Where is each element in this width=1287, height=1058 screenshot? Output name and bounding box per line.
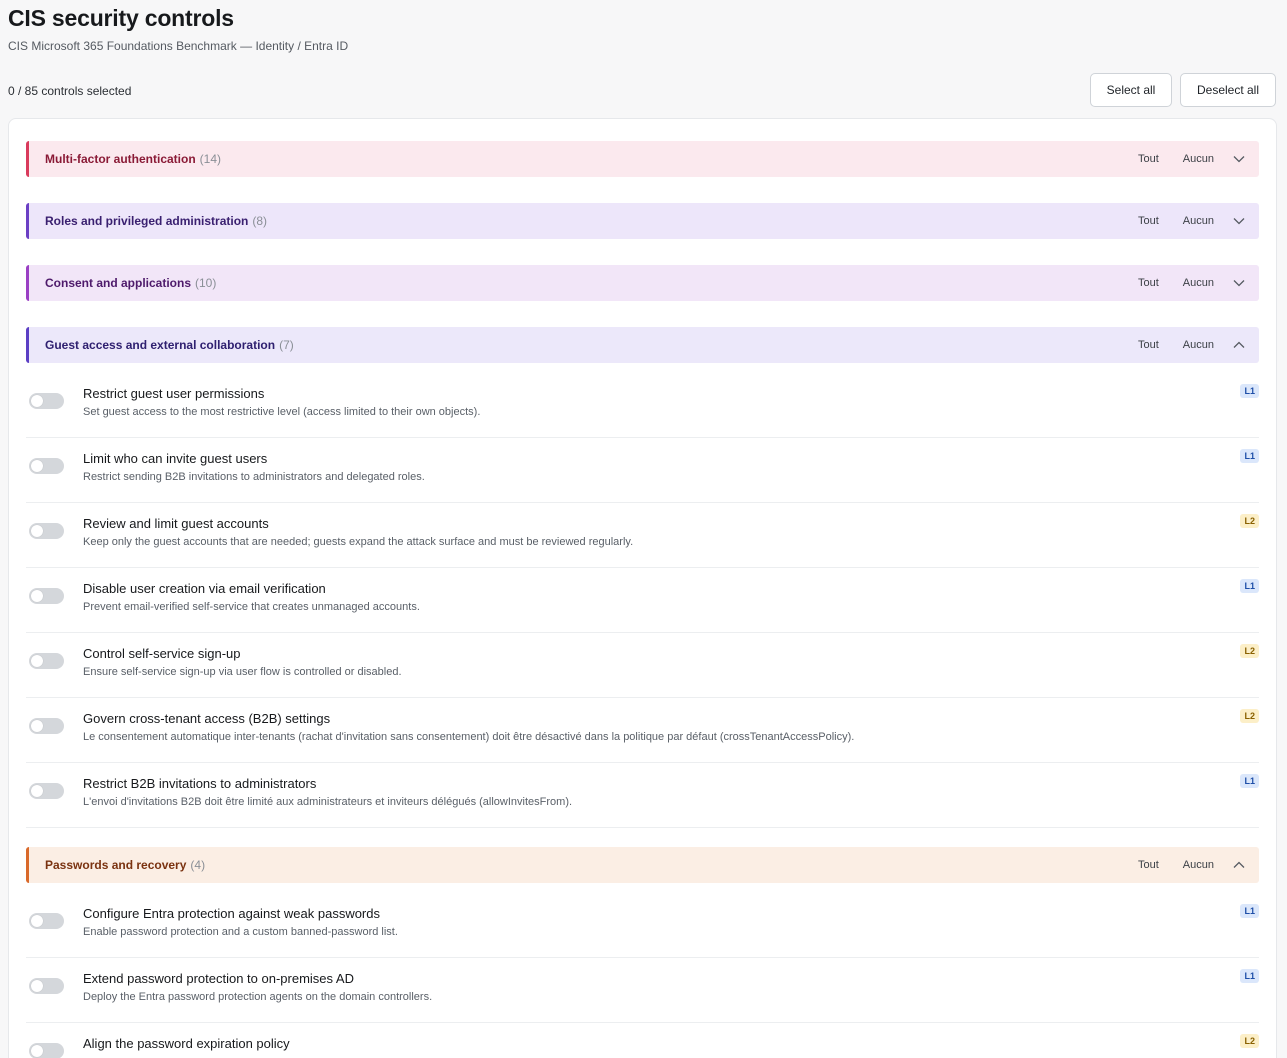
chevron-down-icon[interactable]	[1232, 276, 1246, 290]
group-select-all-button[interactable]: Tout	[1126, 335, 1171, 355]
chevron-up-icon[interactable]	[1232, 338, 1246, 352]
control-toggle[interactable]	[29, 783, 64, 799]
group-header[interactable]: Consent and applications (10) Tout Aucun	[26, 265, 1259, 301]
control-description: Restrict sending B2B invitations to admi…	[83, 471, 425, 483]
control-title: Configure Entra protection against weak …	[83, 906, 380, 921]
level-badge: L1	[1240, 449, 1259, 463]
control-row: Restrict B2B invitations to administrato…	[26, 763, 1259, 828]
group-select-none-button[interactable]: Aucun	[1171, 149, 1226, 169]
control-row: Restrict guest user permissions Set guest…	[26, 373, 1259, 438]
group-name: Guest access and external collaboration	[45, 338, 276, 352]
group-count: (4)	[190, 858, 206, 872]
control-row: Extend password protection to on-premise…	[26, 958, 1259, 1023]
level-badge: L2	[1240, 644, 1259, 658]
control-description: Keep only the guest accounts that are ne…	[83, 536, 634, 548]
control-toggle[interactable]	[29, 653, 64, 669]
group-select-none-button[interactable]: Aucun	[1171, 273, 1226, 293]
group-select-none-button[interactable]: Aucun	[1171, 335, 1226, 355]
control-toggle[interactable]	[29, 978, 64, 994]
control-toggle[interactable]	[29, 913, 64, 929]
level-badge: L1	[1240, 904, 1259, 918]
group-header[interactable]: Guest access and external collaboration(…	[26, 327, 1259, 363]
group-select-all-button[interactable]: Tout	[1126, 855, 1171, 875]
control-toggle[interactable]	[29, 458, 64, 474]
control-description: Ensure self-service sign-up via user flo…	[83, 666, 402, 678]
group-actions: Tout Aucun	[1126, 149, 1259, 169]
group-header[interactable]: Passwords and recovery (4) Tout Aucun	[26, 847, 1259, 883]
controls-panel: Multi-factor authentication (14) Tout Aucun…	[8, 118, 1277, 1058]
control-toggle[interactable]	[29, 588, 64, 604]
control-toggle[interactable]	[29, 523, 64, 539]
group-select-all-button[interactable]: Tout	[1126, 211, 1171, 231]
level-badge: L1	[1240, 774, 1259, 788]
control-title: Disable user creation via email verifica…	[83, 581, 326, 596]
page-title: CIS security controls	[8, 5, 234, 31]
control-title: Review and limit guest accounts	[83, 516, 269, 531]
level-badge: L2	[1240, 1034, 1259, 1048]
control-description: Set guest access to the most restrictive…	[83, 406, 481, 418]
group-name: Multi-factor authentication	[45, 152, 196, 166]
control-description: Deploy the Entra password protection age…	[83, 991, 433, 1003]
page-subtitle: CIS Microsoft 365 Foundations Benchmark …	[8, 39, 349, 53]
group-actions: Tout Aucun	[1126, 273, 1259, 293]
control-toggle[interactable]	[29, 393, 64, 409]
control-title: Govern cross-tenant access (B2B) setting…	[83, 711, 331, 726]
group-actions: Tout Aucun	[1126, 335, 1259, 355]
control-toggle[interactable]	[29, 1043, 64, 1058]
group-select-none-button[interactable]: Aucun	[1171, 855, 1226, 875]
control-description: Enable password protection and a custom …	[83, 926, 398, 938]
control-description: Le consentement automatique inter-tenant…	[83, 731, 855, 743]
control-description: Prevent email-verified self-service that…	[83, 601, 420, 613]
level-badge: L2	[1240, 514, 1259, 528]
group-actions: Tout Aucun	[1126, 211, 1259, 231]
control-description: L'envoi d'invitations B2B doit être limi…	[83, 796, 573, 808]
chevron-down-icon[interactable]	[1232, 214, 1246, 228]
selected-count: 0 / 85 controls selected	[8, 84, 132, 98]
control-title: Limit who can invite guest users	[83, 451, 268, 466]
chevron-down-icon[interactable]	[1232, 152, 1246, 166]
control-title: Align the password expiration policy	[83, 1036, 290, 1051]
control-row: Govern cross-tenant access (B2B) setting…	[26, 698, 1259, 763]
group-name: Consent and applications	[45, 276, 192, 290]
control-toggle[interactable]	[29, 718, 64, 734]
select-all-button[interactable]: Select all	[1090, 73, 1172, 107]
group-count: (14)	[199, 152, 222, 166]
control-row: Limit who can invite guest users Restrict…	[26, 438, 1259, 503]
group-count: (8)	[252, 214, 268, 228]
deselect-all-button[interactable]: Deselect all	[1180, 73, 1276, 107]
control-title: Restrict B2B invitations to administrato…	[83, 776, 317, 791]
group-name: Passwords and recovery	[45, 858, 187, 872]
group-count: (7)	[279, 338, 294, 352]
control-row: Review and limit guest accounts Keep only…	[26, 503, 1259, 568]
control-title: Control self-service sign-up	[83, 646, 241, 661]
level-badge: L1	[1240, 579, 1259, 593]
group-count: (10)	[195, 276, 217, 290]
group-select-all-button[interactable]: Tout	[1126, 273, 1171, 293]
level-badge: L2	[1240, 709, 1259, 723]
group-name: Roles and privileged administration	[45, 214, 249, 228]
group-header[interactable]: Roles and privileged administration (8) To…	[26, 203, 1259, 239]
control-row: Configure Entra protection against weak …	[26, 893, 1259, 958]
control-title: Extend password protection to on-premise…	[83, 971, 354, 986]
group-select-all-button[interactable]: Tout	[1126, 149, 1171, 169]
group-actions: Tout Aucun	[1126, 855, 1259, 875]
level-badge: L1	[1240, 969, 1259, 983]
control-title: Restrict guest user permissions	[83, 386, 265, 401]
control-row: Align the password expiration policy L2	[26, 1023, 1259, 1058]
level-badge: L1	[1240, 384, 1259, 398]
control-row: Control self-service sign-up Ensure self-…	[26, 633, 1259, 698]
group-header[interactable]: Multi-factor authentication (14) Tout Aucun	[26, 141, 1259, 177]
chevron-up-icon[interactable]	[1232, 858, 1246, 872]
control-row: Disable user creation via email verifica…	[26, 568, 1259, 633]
group-select-none-button[interactable]: Aucun	[1171, 211, 1226, 231]
